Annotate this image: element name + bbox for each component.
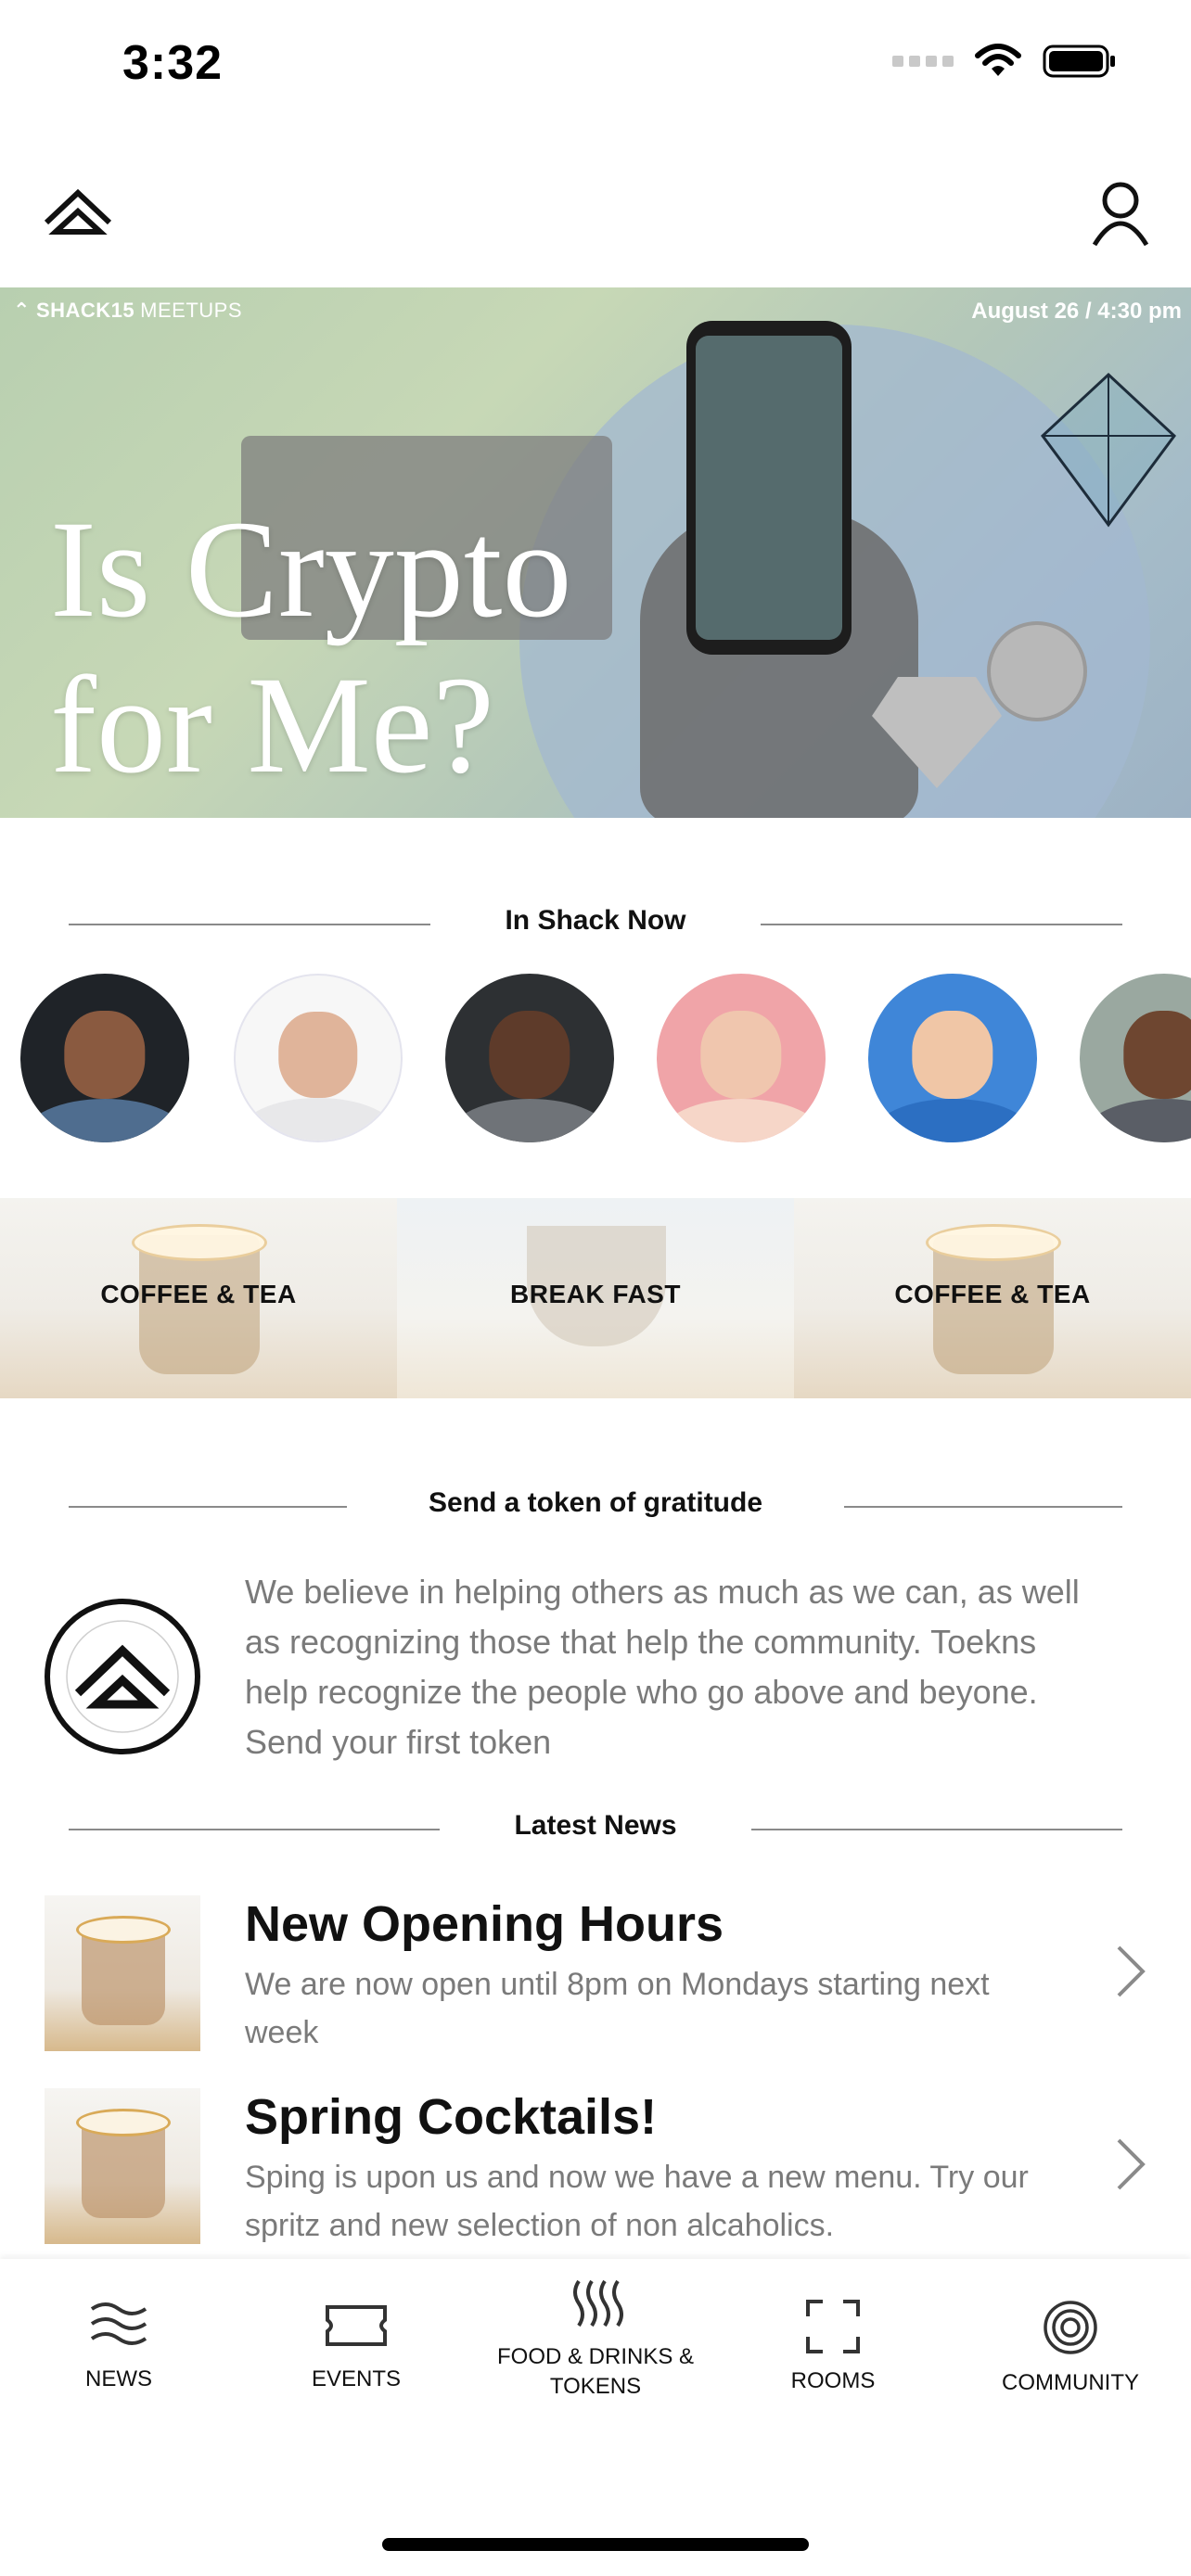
shack-logo-icon[interactable]	[41, 185, 115, 241]
concentric-circles-icon	[1044, 2301, 1097, 2354]
token-logo-icon[interactable]	[45, 1599, 200, 1754]
status-icons	[892, 43, 1117, 80]
avatar[interactable]	[20, 974, 189, 1142]
news-thumbnail	[45, 2088, 200, 2244]
news-divider: Latest News	[69, 1810, 1122, 1847]
news-body: Sping is upon us and now we have a new m…	[245, 2160, 1029, 2243]
category-tile-coffee-tea[interactable]: COFFEE & TEA	[0, 1198, 397, 1398]
top-nav	[0, 139, 1191, 287]
category-tiles: COFFEE & TEA BREAK FAST COFFEE & TEA	[0, 1198, 1191, 1398]
news-title: Spring Cocktails!	[245, 2089, 658, 2145]
hero-brand: ⌃ SHACK15 MEETUPS	[13, 299, 242, 322]
news-heading: Latest News	[514, 1810, 677, 1841]
avatar[interactable]	[1080, 974, 1191, 1142]
diamond-wireframe-icon	[1040, 372, 1177, 528]
gratitude-heading: Send a token of gratitude	[428, 1487, 763, 1518]
steam-icon	[573, 2279, 623, 2327]
frame-corners-icon	[806, 2300, 860, 2353]
in-shack-heading: In Shack Now	[505, 905, 686, 936]
home-indicator[interactable]	[382, 2538, 809, 2551]
news-body: We are now open until 8pm on Mondays sta…	[245, 1967, 990, 2050]
avatar[interactable]	[445, 974, 614, 1142]
hero-date: August 26 / 4:30 pm	[971, 299, 1182, 324]
news-item[interactable]: New Opening Hours We are now open until …	[45, 1895, 1148, 2053]
news-thumbnail	[45, 1895, 200, 2051]
chevron-right-icon[interactable]	[1111, 2136, 1148, 2192]
avatar[interactable]	[234, 974, 403, 1142]
hero-collage-phone	[686, 321, 852, 655]
status-bar: 3:32	[0, 0, 1191, 139]
bitcoin-icon	[987, 621, 1087, 721]
waves-icon	[90, 2302, 147, 2345]
news-title: New Opening Hours	[245, 1896, 724, 1952]
chevron-right-icon[interactable]	[1111, 1944, 1148, 1999]
tab-rooms[interactable]: ROOMS	[722, 2300, 944, 2396]
category-tile-coffee-tea[interactable]: COFFEE & TEA	[794, 1198, 1191, 1398]
wifi-icon	[975, 44, 1021, 76]
in-shack-avatars	[20, 974, 1191, 1142]
battery-icon	[1043, 45, 1115, 78]
tab-news[interactable]: NEWS	[7, 2300, 230, 2394]
tab-food-drinks-tokens[interactable]: FOOD & DRINKS & TOKENS	[484, 2277, 707, 2402]
bottom-tab-bar: NEWS EVENTS FOOD & DRINKS & TOKENS ROOMS…	[0, 2259, 1191, 2576]
tab-community[interactable]: COMMUNITY	[959, 2300, 1182, 2398]
status-time: 3:32	[122, 36, 224, 90]
profile-icon[interactable]	[1091, 180, 1150, 247]
category-tile-breakfast[interactable]: BREAK FAST	[397, 1198, 794, 1398]
avatar[interactable]	[868, 974, 1037, 1142]
gratitude-divider: Send a token of gratitude	[69, 1487, 1122, 1524]
ticket-icon	[326, 2305, 387, 2346]
in-shack-divider: In Shack Now	[69, 905, 1122, 942]
cellular-signal-icon	[892, 56, 954, 67]
event-hero-banner[interactable]: ⌃ SHACK15 MEETUPS August 26 / 4:30 pm Is…	[0, 287, 1191, 818]
avatar[interactable]	[657, 974, 826, 1142]
news-item[interactable]: Spring Cocktails! Sping is upon us and n…	[45, 2088, 1148, 2246]
hero-title: Is Crypto for Me?	[50, 492, 572, 802]
gratitude-text: We believe in helping others as much as …	[245, 1573, 1080, 1761]
hero-brand-logo-icon: ⌃	[13, 299, 31, 322]
tab-events[interactable]: EVENTS	[245, 2300, 467, 2394]
